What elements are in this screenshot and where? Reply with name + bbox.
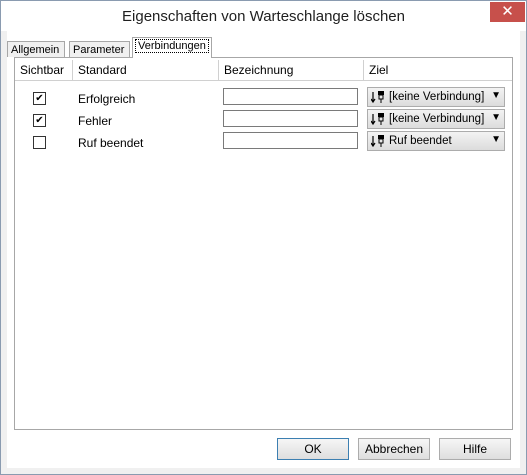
help-button[interactable]: Hilfe <box>439 438 511 460</box>
window-title: Eigenschaften von Warteschlange löschen <box>122 8 405 25</box>
tab-parameter[interactable]: Parameter <box>69 41 130 57</box>
table-row: ✔ Erfolgreich [keine Verbindung] ▼ <box>15 87 512 109</box>
standard-label: Erfolgreich <box>78 92 136 106</box>
tab-verbindungen[interactable]: Verbindungen <box>132 37 212 58</box>
tab-label: Parameter <box>73 44 125 56</box>
ziel-value: Ruf beendet <box>389 135 452 147</box>
chevron-down-icon: ▼ <box>491 90 501 101</box>
ziel-value: [keine Verbindung] <box>389 113 485 125</box>
connector-icon <box>371 135 384 148</box>
bezeichnung-input[interactable] <box>223 88 358 105</box>
ziel-dropdown[interactable]: [keine Verbindung] ▼ <box>367 109 505 129</box>
standard-label: Fehler <box>78 114 113 128</box>
standard-label: Ruf beendet <box>78 136 144 150</box>
ziel-value: [keine Verbindung] <box>389 91 485 103</box>
column-header-ziel[interactable]: Ziel <box>364 60 512 80</box>
visible-checkbox[interactable] <box>33 136 46 149</box>
visible-checkbox[interactable]: ✔ <box>33 114 46 127</box>
connections-panel: Sichtbar Standard Bezeichnung Ziel ✔ Erf… <box>14 57 513 430</box>
connector-icon <box>371 113 384 126</box>
connector-icon <box>371 91 384 104</box>
bezeichnung-input[interactable] <box>223 132 358 149</box>
tab-label: Verbindungen <box>135 39 209 53</box>
bezeichnung-input[interactable] <box>223 110 358 127</box>
table-header: Sichtbar Standard Bezeichnung Ziel <box>15 60 512 81</box>
column-header-standard[interactable]: Standard <box>73 60 219 80</box>
ziel-dropdown[interactable]: Ruf beendet ▼ <box>367 131 505 151</box>
chevron-down-icon: ▼ <box>491 134 501 145</box>
tab-allgemein[interactable]: Allgemein <box>7 41 65 57</box>
cancel-button[interactable]: Abbrechen <box>358 438 430 460</box>
column-header-bezeichnung[interactable]: Bezeichnung <box>219 60 364 80</box>
column-header-sichtbar[interactable]: Sichtbar <box>15 60 73 80</box>
tab-label: Allgemein <box>11 44 60 56</box>
chevron-down-icon: ▼ <box>491 112 501 123</box>
close-button[interactable]: ✕ <box>490 2 525 22</box>
table-row: Ruf beendet Ruf beendet ▼ <box>15 131 512 153</box>
visible-checkbox[interactable]: ✔ <box>33 92 46 105</box>
table-row: ✔ Fehler [keine Verbindung] ▼ <box>15 109 512 131</box>
title-bar: Eigenschaften von Warteschlange löschen … <box>1 1 526 31</box>
ziel-dropdown[interactable]: [keine Verbindung] ▼ <box>367 87 505 107</box>
ok-button[interactable]: OK <box>277 438 349 460</box>
